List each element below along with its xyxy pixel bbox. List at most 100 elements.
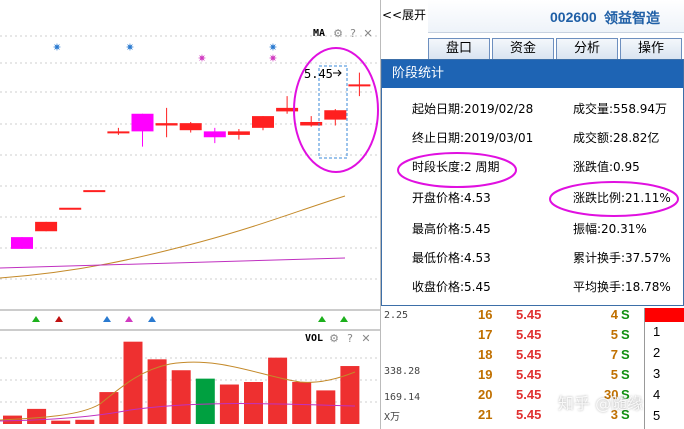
marker-arrow-icon [333,69,342,77]
list-item[interactable]: 1 [653,324,660,339]
stat-value: 2 周期 [464,160,500,174]
list-item[interactable]: 4 [653,387,660,402]
stat-key: 成交量: [573,102,614,116]
quote-flag: S [621,367,630,382]
quote-volume: 7 [610,347,618,362]
flag-icon [340,316,348,322]
price-axis-label: 2.25 [384,310,409,321]
expand-button[interactable]: <<展开 [380,5,428,25]
vol-label[interactable]: VOL [305,333,323,344]
stat-left-1: 终止日期:2019/03/01 [412,129,533,146]
candle-body [59,207,82,210]
stat-key: 收盘价格: [412,280,465,294]
candle-body [324,110,347,120]
vol-axis-label: 169.14 [384,392,421,403]
watermark: 知乎 @随缘 [558,394,644,413]
quote-index: 17 [478,327,493,342]
help-icon[interactable]: ? [347,28,359,40]
stat-key: 时段长度: [412,160,465,174]
volume-bar [219,384,239,424]
vol-unit-label: X万 [384,412,401,423]
help-icon[interactable]: ? [344,333,356,345]
candle-body [35,221,58,232]
popup-title: 阶段统计 [382,60,683,88]
ma-line-long [0,195,346,279]
tab-caozuo[interactable]: 操作 [620,38,682,60]
flag-icon [55,316,63,322]
stat-key: 涨跌值: [573,160,614,174]
quote-index: 16 [478,307,493,322]
quote-price: 5.45 [516,327,542,342]
candle-body [11,237,33,249]
kline-chart[interactable]: 5.45 ✷ ✷ ✷ ✷ ✷ MA ⚙ ? ✕ VOL ⚙ ? ✕ [0,0,380,429]
candle-body [203,131,226,138]
quote-flag: S [621,327,630,342]
stat-key: 最低价格: [412,251,465,265]
vol-axis-label: 338.28 [384,366,421,377]
list-item[interactable]: 2 [653,345,660,360]
ma-label[interactable]: MA [313,28,325,39]
candle-body [107,131,130,134]
stat-value: 18.78% [625,280,671,294]
quote-price: 5.45 [516,347,542,362]
stat-value: 20.31% [601,222,647,236]
close-icon[interactable]: ✕ [360,333,372,345]
quote-volume: 5 [610,367,618,382]
popup-body: 起始日期:2019/02/28 终止日期:2019/03/01 时段长度:2 周期开… [382,88,683,305]
gear-icon[interactable]: ⚙ [332,28,344,40]
stat-value: 4.53 [464,191,491,205]
price-marker: 5.45 [304,67,333,81]
tab-fenxi[interactable]: 分析 [556,38,618,60]
stat-left-2: 时段长度:2 周期 [412,158,500,175]
stat-value: 2019/03/01 [464,131,534,145]
side-list-highlight [645,308,684,322]
ma-line-short [0,257,346,269]
stat-key: 平均换手: [573,280,626,294]
volume-bar [75,419,95,424]
stat-key: 起始日期: [412,102,465,116]
quote-index: 18 [478,347,493,362]
stat-value: 5.45 [464,280,491,294]
candle-body [83,190,106,193]
stock-code: 002600 [550,9,597,25]
stat-value: 21.11% [625,191,671,205]
volume-bar [292,382,312,424]
volume-bar [340,366,360,424]
stat-left-3: 开盘价格:4.53 [412,189,491,206]
list-item[interactable]: 5 [653,408,660,423]
quote-price: 5.45 [516,307,542,322]
flag-icon [103,316,111,322]
tab-zijin[interactable]: 资金 [492,38,554,60]
quote-index: 21 [478,407,493,422]
side-list: 1 2 3 4 5 [644,308,684,429]
kline-svg: 5.45 ✷ ✷ ✷ ✷ ✷ [0,35,380,424]
stat-value: 558.94万 [613,102,668,116]
quote-volume: 5 [610,327,618,342]
highlight-ellipse [293,47,379,173]
stat-right-2: 涨跌值:0.95 [573,158,640,175]
tab-bar: 盘口 资金 分析 操作 [428,38,684,60]
stat-right-3: 涨跌比例:21.11% [573,189,671,206]
candle-body [227,131,250,135]
volume-bar [268,357,288,424]
stat-left-5: 最低价格:4.53 [412,249,491,266]
candle-body [179,123,202,131]
signal-star-icon: ✷ [52,41,61,54]
quote-price: 5.45 [516,387,542,402]
candle-body [131,113,154,132]
stat-key: 累计换手: [573,251,626,265]
stats-popup: 阶段统计 起始日期:2019/02/28 终止日期:2019/03/01 时段长度:… [381,59,684,306]
close-icon[interactable]: ✕ [362,28,374,40]
gear-icon[interactable]: ⚙ [328,333,340,345]
volume-bar [195,378,215,424]
stat-right-5: 累计换手:37.57% [573,249,671,266]
stat-value: 2019/02/28 [464,102,534,116]
stat-value: 5.45 [464,222,491,236]
quote-volume: 4 [610,307,618,322]
stat-value: 28.82亿 [613,131,660,145]
quote-flag: S [621,347,630,362]
tab-pankou[interactable]: 盘口 [428,38,490,60]
stat-key: 开盘价格: [412,191,465,205]
list-item[interactable]: 3 [653,366,660,381]
flag-icon [148,316,156,322]
